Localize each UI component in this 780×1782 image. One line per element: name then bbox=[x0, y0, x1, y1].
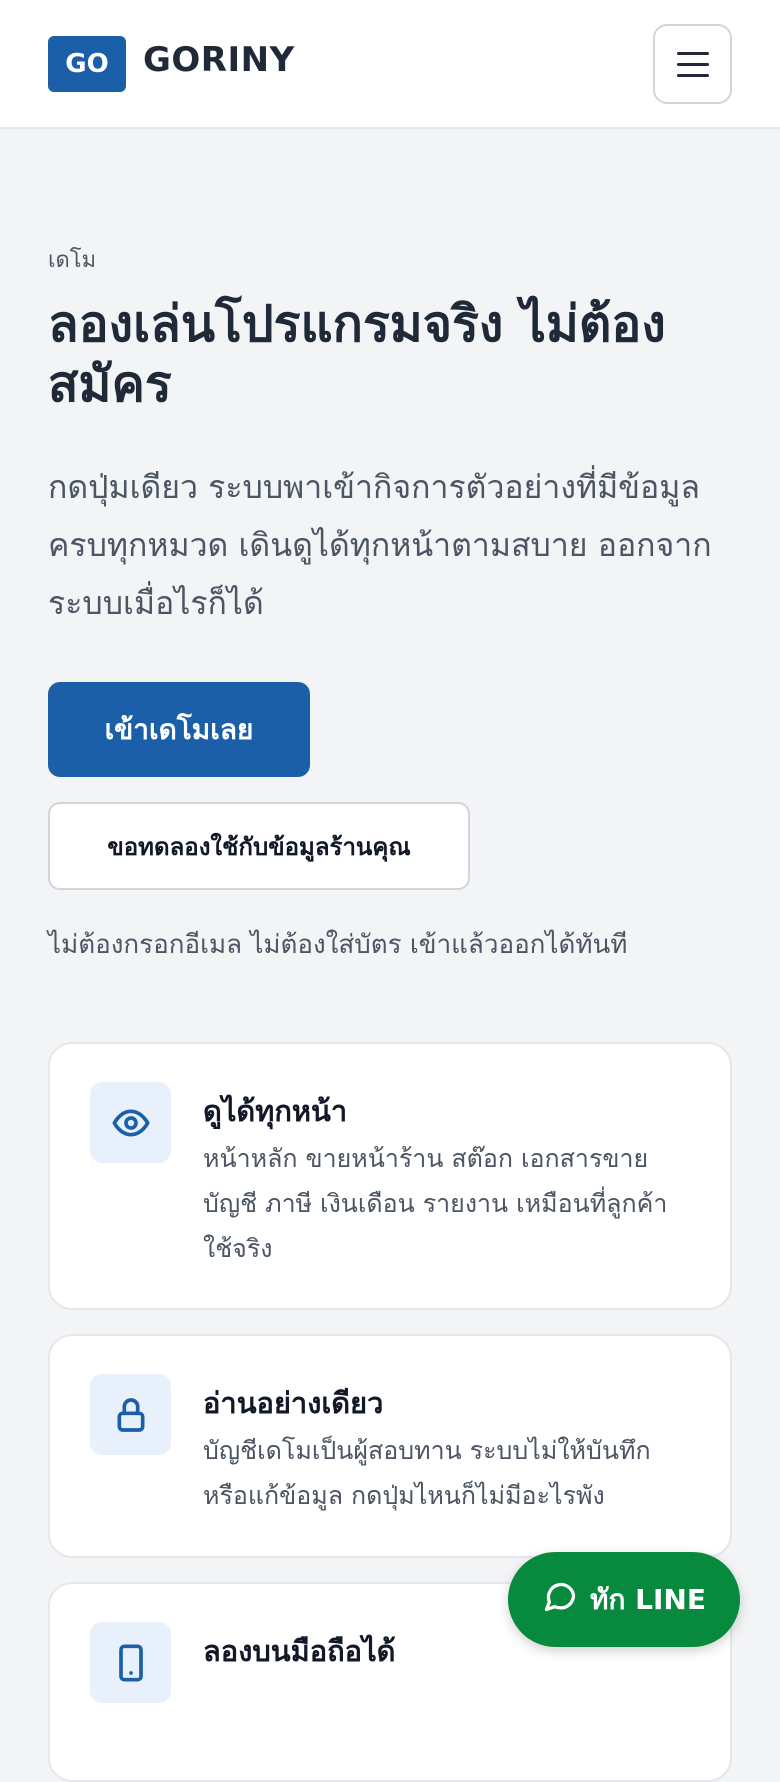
feature-title: ลองบนมือถือได้ bbox=[203, 1634, 396, 1668]
page-description: กดปุ่มเดียว ระบบพาเข้ากิจการตัวอย่างที่ม… bbox=[48, 468, 712, 622]
menu-button[interactable] bbox=[653, 24, 732, 104]
lock-icon bbox=[90, 1374, 171, 1455]
enter-demo-button[interactable]: เข้าเดโมเลย bbox=[48, 682, 310, 777]
feature-text: หน้าหลัก ขายหน้าร้าน สต๊อก เอกสารขาย บัญ… bbox=[203, 1144, 668, 1263]
section-eyebrow: เดโม bbox=[48, 248, 97, 273]
feature-card-read-only: อ่านอย่างเดียว บัญชีเดโมเป็นผู้สอบทาน ระ… bbox=[48, 1334, 732, 1558]
hamburger-menu-icon bbox=[676, 51, 709, 55]
mobile-phone-icon bbox=[90, 1622, 171, 1703]
hamburger-menu-icon bbox=[676, 73, 709, 77]
chat-bubble-icon bbox=[542, 1578, 578, 1621]
top-header: GO GORINY bbox=[0, 0, 780, 129]
demo-note: ไม่ต้องกรอกอีเมล ไม่ต้องใส่บัตร เข้าแล้ว… bbox=[48, 930, 628, 960]
feature-text: บัญชีเดโมเป็นผู้สอบทาน ระบบไม่ให้บันทึกห… bbox=[203, 1436, 651, 1510]
page-title: ลองเล่นโปรแกรมจริง ไม่ต้องสมัคร bbox=[48, 295, 666, 413]
feature-title: ดูได้ทุกหน้า bbox=[203, 1094, 348, 1128]
logo-badge[interactable]: GO bbox=[48, 36, 126, 92]
feature-title: อ่านอย่างเดียว bbox=[203, 1386, 384, 1420]
line-chat-label: ทัก LINE bbox=[590, 1582, 706, 1616]
request-trial-button[interactable]: ขอทดลองใช้กับข้อมูลร้านคุณ bbox=[48, 802, 470, 890]
feature-card-all-pages: ดูได้ทุกหน้า หน้าหลัก ขายหน้าร้าน สต๊อก … bbox=[48, 1042, 732, 1310]
logo-text[interactable]: GORINY bbox=[143, 40, 295, 80]
line-chat-button[interactable]: ทัก LINE bbox=[508, 1552, 740, 1647]
hamburger-menu-icon bbox=[676, 62, 709, 66]
eye-icon bbox=[90, 1082, 171, 1163]
